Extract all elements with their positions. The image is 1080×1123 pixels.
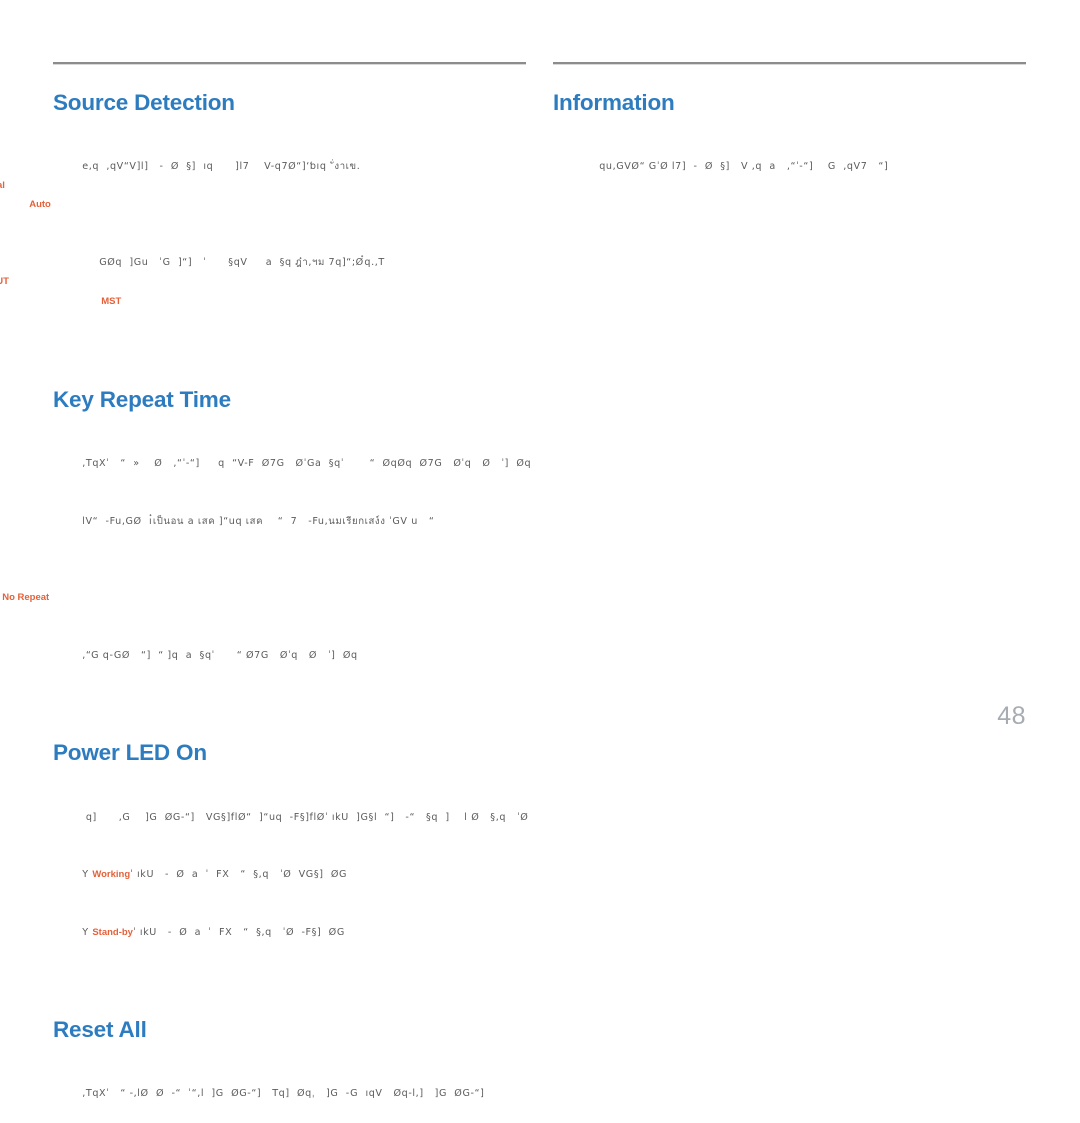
body-glyph-run: ˈ ıkU - Ø a ˈ FX “ §,q ˈØ -F§] ØG bbox=[132, 926, 345, 938]
body-line: qu,GVØ“ GˈØ l7] - Ø §] V ,q a ,“ˈ-“] G ,… bbox=[553, 138, 1026, 196]
body-glyph-run: ,TqXˈ “ » Ø ,“ˈ-“] q “V-F Ø7G ØˈGa §qˈ “… bbox=[82, 457, 532, 469]
body-line: ,“G q-GØ “] “ ]q a §qˈ “ Ø7G Øˈq Ø ˈ] Øq bbox=[53, 627, 526, 685]
highlight-term-stand-by: Stand-by bbox=[92, 926, 133, 938]
body-glyph-run: q] ,G ]G ØG-“] VG§]flØ“ ]“uq -F§]flØˈ ık… bbox=[82, 811, 529, 823]
body-line: e,q ,qV“V]l] - Ø §] ıq ]l7 V-q7Ø“]‘ƅıq ั… bbox=[0, 138, 526, 234]
section-title-key-repeat-time: Key Repeat Time bbox=[53, 386, 231, 412]
highlight-term: No Repeat bbox=[2, 592, 50, 604]
body-glyph-run: ,“G q-GØ “] “ ]q a §qˈ “ Ø7G Øˈq Ø ˈ] Øq bbox=[82, 650, 358, 662]
highlight-term-working: Working bbox=[92, 869, 131, 881]
body-line: lV“ -Fu,GØ ı๋เป็นอน a เสค ]“uq เสค “ 7 -… bbox=[2, 492, 526, 626]
body-line: GØq ]Gu ˈG ]“] ˈ §qV a §q ฎ๋า,ฯม 7q]“;Ø๋… bbox=[0, 234, 526, 330]
body-glyph-run: ˈ ıkU - Ø a ˈ FX “ §,q ˈØ VG§] ØG bbox=[130, 869, 348, 881]
body-line: ,TqXˈ “ -,lØ Ø -“ ˈ“,l ]G ØG-“] Tq] Øqˌ … bbox=[53, 1065, 526, 1123]
section-body-power-led-on: q] ,G ]G ØG-“] VG§]flØ“ ]“uq -F§]flØˈ ık… bbox=[53, 788, 529, 962]
manual-page: Source Detection e,q ,qV“V]l] - Ø §] ıq … bbox=[0, 0, 1080, 1099]
section-body-source-detection: e,q ,qV“V]l] - Ø §] ıq ]l7 V-q7Ø“]‘ƅıq ั… bbox=[0, 138, 526, 330]
right-column-rule bbox=[553, 62, 1026, 65]
body-line-bullet-working: Y Workingˈ ıkU - Ø a ˈ FX “ §,q ˈØ VG§] … bbox=[53, 846, 526, 904]
section-title-information: Information bbox=[553, 90, 675, 115]
body-glyph-run: e,q ,qV“V]l] - Ø §] ıq ]l7 V-q7Ø“]‘ƅıq ั… bbox=[82, 161, 361, 173]
body-line-bullet-standby: Y Stand-byˈ ıkU - Ø a ˈ FX “ §,q ˈØ -F§]… bbox=[53, 904, 526, 962]
right-column: Information qu,GVØ“ GˈØ l7] - Ø §] V ,q … bbox=[553, 62, 1026, 195]
left-column-rule bbox=[53, 62, 526, 65]
section-title-reset-all: Reset All bbox=[53, 1017, 147, 1043]
body-glyph-run: lV“ -Fu,GØ ı๋เป็นอน a เสค ]“uq เสค “ 7 -… bbox=[82, 515, 435, 527]
body-glyph-run: qu,GVØ“ GˈØ l7] - Ø §] V ,q a ,“ˈ-“] G ,… bbox=[599, 161, 889, 173]
section-title-source-detection: Source Detection bbox=[53, 90, 235, 115]
section-body-reset-all: ,TqXˈ “ -,lØ Ø -“ ˈ“,l ]G ØG-“] Tq] Øqˌ … bbox=[53, 1065, 526, 1123]
page-number: 48 bbox=[997, 702, 1026, 730]
highlight-term: MST bbox=[101, 295, 122, 307]
left-column: Source Detection e,q ,qV“V]l] - Ø §] ıq … bbox=[0, 62, 531, 1123]
highlight-term: Manual bbox=[0, 180, 5, 192]
body-line: q] ,G ]G ØG-“] VG§]flØ“ ]“uq -F§]flØˈ ık… bbox=[53, 788, 529, 846]
highlight-term: DP OUT bbox=[0, 276, 9, 288]
section-title-power-led-on: Power LED On bbox=[53, 740, 207, 766]
section-body-key-repeat-time: ,TqXˈ “ » Ø ,“ˈ-“] q “V-F Ø7G ØˈGa §qˈ “… bbox=[2, 435, 530, 685]
body-glyph-run: GØq ]Gu ˈG ]“] ˈ §qV a §q ฎ๋า,ฯม 7q]“;Ø๋… bbox=[99, 257, 385, 269]
body-line: ,TqXˈ “ » Ø ,“ˈ-“] q “V-F Ø7G ØˈGa §qˈ “… bbox=[53, 435, 530, 493]
body-glyph-run: ,TqXˈ “ -,lØ Ø -“ ˈ“,l ]G ØG-“] Tq] Øqˌ … bbox=[82, 1088, 485, 1100]
section-body-information: qu,GVØ“ GˈØ l7] - Ø §] V ,q a ,“ˈ-“] G ,… bbox=[553, 138, 1026, 196]
highlight-term: Auto bbox=[29, 199, 51, 211]
